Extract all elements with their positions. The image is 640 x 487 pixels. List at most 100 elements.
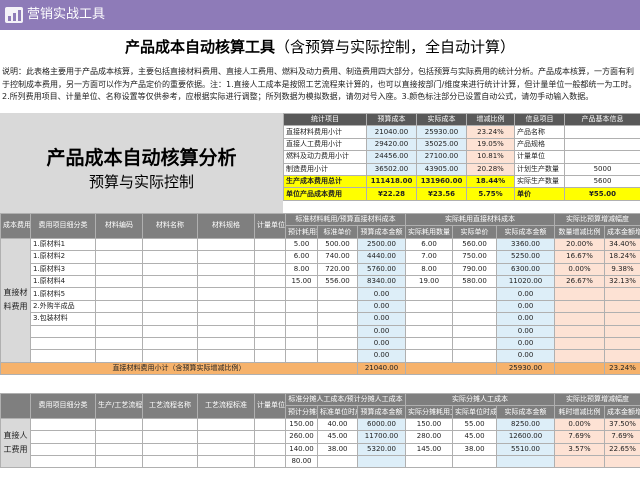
material-cell[interactable]: 4440.00 — [356, 250, 407, 264]
labor-header-cell[interactable]: 生产/工艺流程编号 — [95, 393, 143, 419]
labor-cell[interactable] — [197, 430, 255, 444]
material-cell[interactable] — [285, 349, 318, 363]
material-subheader-cell[interactable]: 预算成本金额 — [356, 225, 407, 239]
material-cell[interactable]: 5250.00 — [496, 250, 556, 264]
material-cell[interactable] — [197, 237, 255, 252]
labor-subheader-cell[interactable]: 实际成本金额 — [496, 405, 556, 419]
labor-cell[interactable]: 145.00 — [405, 442, 454, 456]
info-cell[interactable]: 计量单位 — [514, 150, 565, 164]
info-cell[interactable]: 实际生产数量 — [514, 174, 565, 189]
material-cell[interactable] — [452, 312, 498, 326]
labor-cell[interactable] — [254, 417, 286, 432]
labor-side-header[interactable] — [0, 393, 31, 419]
material-cell[interactable]: 0.00 — [356, 287, 407, 301]
material-header-cell[interactable]: 标准材料耗用/预算直接材料成本 — [284, 212, 407, 227]
labor-cell[interactable]: 40.00 — [317, 417, 358, 432]
labor-cell[interactable] — [95, 454, 143, 469]
material-cell[interactable] — [95, 237, 143, 252]
material-cell[interactable]: 18.24% — [604, 250, 640, 264]
material-cell[interactable] — [30, 324, 96, 338]
material-cell[interactable] — [604, 299, 640, 314]
labor-cell[interactable]: 150.00 — [285, 417, 318, 432]
material-subheader-cell[interactable]: 成本金额增减比例 — [604, 225, 640, 239]
material-cell[interactable]: 0.00 — [496, 336, 556, 351]
material-subheader-cell[interactable]: 实际单价 — [452, 225, 498, 239]
material-cell[interactable]: 5760.00 — [356, 262, 407, 276]
labor-cell[interactable]: 80.00 — [285, 454, 318, 469]
material-cell[interactable]: 32.13% — [604, 274, 640, 289]
summary-cell[interactable]: 24456.00 — [366, 150, 417, 164]
material-cell[interactable]: 0.00 — [356, 349, 407, 363]
material-cell[interactable]: 2.外购半成品 — [30, 299, 96, 314]
material-cell[interactable]: 1.原材料5 — [30, 287, 96, 301]
info-cell[interactable]: ¥55.00 — [564, 187, 640, 201]
summary-cell[interactable]: 21040.00 — [366, 125, 417, 139]
info-cell[interactable]: 计划生产数量 — [514, 162, 565, 176]
material-cell[interactable]: 0.00 — [496, 312, 556, 326]
material-cell[interactable] — [197, 324, 255, 338]
material-cell[interactable] — [197, 262, 255, 276]
material-cell[interactable]: 8.00 — [405, 262, 454, 276]
labor-subheader-cell[interactable]: 耗时增减比例 — [554, 405, 606, 419]
labor-cell[interactable]: 3.57% — [554, 442, 606, 456]
labor-cell[interactable] — [142, 442, 198, 456]
info-cell[interactable]: 5000 — [564, 162, 640, 176]
material-cell[interactable] — [317, 287, 358, 301]
summary-cell[interactable]: 25930.00 — [416, 125, 467, 139]
material-cell[interactable] — [254, 349, 286, 363]
labor-cell[interactable]: 7.69% — [554, 430, 606, 444]
material-cell[interactable]: 26.67% — [554, 274, 606, 289]
labor-header-cell[interactable]: 计量单位（工时） — [254, 393, 286, 419]
summary-cell[interactable]: 直接人工费用小计 — [283, 137, 367, 152]
labor-cell[interactable] — [142, 417, 198, 432]
info-cell[interactable] — [564, 137, 640, 152]
summary-cell[interactable]: 29420.00 — [366, 137, 417, 152]
labor-subheader-cell[interactable]: 标准单位时成本 — [317, 405, 358, 419]
labor-cell[interactable]: 6000.00 — [356, 417, 407, 432]
labor-cell[interactable]: 22.65% — [604, 442, 640, 456]
material-cell[interactable] — [142, 349, 198, 363]
material-cell[interactable]: 11020.00 — [496, 274, 556, 289]
labor-cell[interactable] — [254, 454, 286, 469]
labor-subheader-cell[interactable]: 实际单位时成本 — [452, 405, 498, 419]
material-header-cell[interactable]: 实际比预算增减幅度 — [554, 212, 640, 227]
labor-cell[interactable] — [254, 430, 286, 444]
labor-cell[interactable] — [554, 454, 606, 469]
labor-cell[interactable] — [30, 442, 96, 456]
labor-cell[interactable]: 38.00 — [452, 442, 498, 456]
material-cell[interactable] — [285, 336, 318, 351]
summary-cell[interactable]: 制造费用小计 — [283, 162, 367, 176]
material-cell[interactable] — [604, 312, 640, 326]
material-header-cell[interactable]: 材料名称 — [142, 213, 198, 239]
summary-total-cell[interactable]: 18.44% — [466, 174, 515, 189]
material-cell[interactable] — [317, 312, 358, 326]
material-cell[interactable]: 720.00 — [317, 262, 358, 276]
summary-unit-cell[interactable]: ¥23.56 — [416, 187, 467, 201]
material-cell[interactable] — [95, 336, 143, 351]
material-cell[interactable]: 500.00 — [317, 237, 358, 252]
labor-cell[interactable] — [317, 454, 358, 469]
material-cell[interactable] — [554, 336, 606, 351]
summary-total-cell[interactable]: 111418.00 — [366, 174, 417, 189]
labor-cell[interactable] — [142, 430, 198, 444]
material-cell[interactable] — [317, 299, 358, 314]
material-cell[interactable]: 15.00 — [285, 274, 318, 289]
material-cell[interactable]: 6.00 — [405, 237, 454, 252]
info-cell[interactable]: 单价 — [514, 187, 565, 201]
empty-cell[interactable] — [554, 361, 606, 376]
labor-cell[interactable]: 12600.00 — [496, 430, 556, 444]
material-cell[interactable]: 19.00 — [405, 274, 454, 289]
material-cell[interactable] — [95, 324, 143, 338]
material-cell[interactable] — [405, 299, 454, 314]
summary-cell[interactable]: 10.81% — [466, 150, 515, 164]
material-cell[interactable] — [405, 349, 454, 363]
labor-cell[interactable] — [197, 442, 255, 456]
material-cell[interactable]: 0.00 — [356, 299, 407, 314]
material-cell[interactable]: 8.00 — [285, 262, 318, 276]
material-cell[interactable]: 5.00 — [285, 237, 318, 252]
info-header-cell[interactable]: 信息项目 — [514, 112, 565, 127]
material-cell[interactable]: 9.38% — [604, 262, 640, 276]
labor-cell[interactable]: 8250.00 — [496, 417, 556, 432]
material-cell[interactable] — [142, 250, 198, 264]
material-cell[interactable]: 0.00 — [496, 324, 556, 338]
